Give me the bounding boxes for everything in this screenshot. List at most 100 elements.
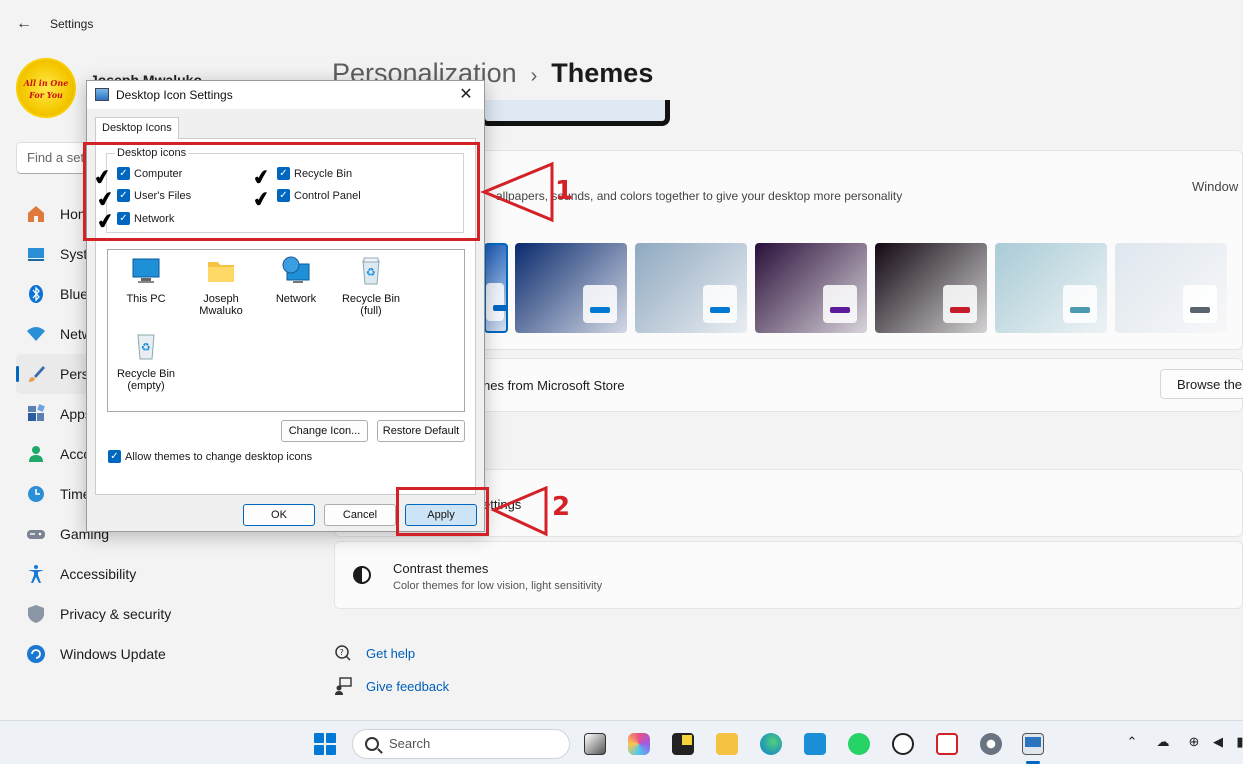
breadcrumb-separator: › [530,65,538,87]
back-arrow-icon[interactable]: ← [12,12,36,36]
battery-icon[interactable]: ▮ [1232,734,1243,750]
theme-thumbnail[interactable] [995,243,1107,333]
allow-themes-checkbox[interactable]: ✓ Allow themes to change desktop icons [108,450,312,463]
network-globe-icon [282,256,310,283]
network-item[interactable]: Network [258,256,334,305]
svg-text:♻: ♻ [366,266,376,279]
restore-default-button[interactable]: Restore Default [377,420,465,442]
contrast-icon [353,566,371,584]
theme-color-chip [703,285,737,323]
app-title: Settings [50,17,94,31]
annotation-number-1: 1 [555,176,574,206]
icon-label: This PC [126,293,166,305]
brush-icon [26,364,46,384]
contrast-themes-subtitle: Color themes for low vision, light sensi… [393,580,603,592]
sidebar-item-label: Accessibility [60,566,137,582]
recycle-bin-full-item[interactable]: ♻ Recycle Bin (full) [333,256,409,317]
chevron-up-icon[interactable]: ⌃ [1124,734,1140,750]
sidebar-item-privacy[interactable]: Privacy & security [16,594,316,634]
taskbar-search-placeholder: Search [389,736,431,751]
feedback-icon [335,677,352,695]
icon-label: Recycle Bin (full) [341,293,401,317]
sidebar-item-label: Privacy & security [60,606,172,622]
theme-thumbnail[interactable] [484,243,508,333]
close-icon[interactable]: ✕ [454,84,478,106]
ok-button[interactable]: OK [243,504,315,526]
snipping-tool-icon[interactable] [936,733,958,755]
shield-icon [26,604,46,624]
theme-thumbnail[interactable] [635,243,747,333]
wifi-icon [26,324,46,344]
icon-label: Recycle Bin (empty) [116,368,176,392]
desktop-icon-settings-taskbar-icon[interactable] [1022,733,1044,755]
app-key-icon[interactable] [892,733,914,755]
edge-icon[interactable] [760,733,782,755]
store-themes-label: nes from Microsoft Store [483,378,625,393]
avatar-text-line1: All in One [23,78,69,88]
theme-color-chip [823,285,857,323]
desktop-icon-list[interactable]: This PC Joseph Mwaluko Network ♻ Recycle… [107,249,465,412]
taskbar-color-swatch [710,307,730,313]
taskbar-search-box[interactable]: Search [352,729,570,759]
accessibility-icon [26,564,46,584]
cloud-offline-icon[interactable]: ☁ [1155,734,1171,750]
user-folder-item[interactable]: Joseph Mwaluko [183,256,259,317]
theme-thumbnail[interactable] [875,243,987,333]
checkbox-check-icon: ✓ [108,450,121,463]
apps-icon [26,404,46,424]
avatar[interactable]: All in One For You [16,58,76,118]
globe-icon[interactable]: ⊕ [1186,734,1202,750]
change-icon-button[interactable]: Change Icon... [281,420,368,442]
current-theme-name: Window [1192,179,1239,194]
windows-start-icon[interactable] [314,733,336,755]
svg-text:♻: ♻ [141,341,151,354]
give-feedback-link[interactable]: Give feedback [334,677,449,695]
cancel-button[interactable]: Cancel [324,504,396,526]
bluetooth-icon [26,284,46,304]
theme-color-chip [583,285,617,323]
theme-thumbnail[interactable] [755,243,867,333]
annotation-number-2: 2 [552,492,571,522]
theme-color-chip [943,285,977,323]
home-icon [26,204,46,224]
whatsapp-icon[interactable] [848,733,870,755]
theme-color-chip [1183,285,1217,323]
search-icon [365,737,379,751]
monitor-icon [95,88,109,101]
sticky-notes-icon[interactable] [672,733,694,755]
this-pc-item[interactable]: This PC [108,256,184,305]
taskbar-color-swatch [1070,307,1090,313]
taskbar-color-swatch [1190,307,1210,313]
checkbox-label: Allow themes to change desktop icons [125,450,313,463]
sidebar-item-accessibility[interactable]: Accessibility [16,554,316,594]
system-icon [26,244,46,264]
annotation-arrow-2-icon [490,485,548,537]
breadcrumb-current: Themes [551,58,654,88]
volume-icon[interactable]: ◀ [1210,734,1226,750]
get-help-link[interactable]: ? Get help [334,644,415,662]
theme-thumbnail[interactable] [515,243,627,333]
help-icon: ? [335,645,351,661]
browse-themes-button[interactable]: Browse the [1160,369,1243,399]
sidebar-item-label: Windows Update [60,646,166,662]
icon-label: Joseph Mwaluko [199,293,243,317]
recycle-bin-empty-item[interactable]: ♻ Recycle Bin (empty) [108,331,184,392]
theme-thumbnail[interactable] [1115,243,1227,333]
give-feedback-label: Give feedback [366,678,450,694]
theme-color-chip [486,283,506,321]
recycle-bin-empty-icon: ♻ [137,334,155,360]
store-icon[interactable] [804,733,826,755]
file-explorer-icon[interactable] [716,733,738,755]
this-pc-icon [132,258,160,283]
theme-preview [480,100,670,126]
dialog-title-bar: Desktop Icon Settings ✕ [87,81,484,109]
tab-desktop-icons[interactable]: Desktop Icons [95,117,179,139]
get-help-label: Get help [366,645,416,661]
taskbar-color-swatch [590,307,610,313]
sidebar-item-windows-update[interactable]: Windows Update [16,634,316,674]
taskbar-color-swatch [830,307,850,313]
copilot-icon[interactable] [628,733,650,755]
task-view-icon[interactable] [584,733,606,755]
settings-gear-icon[interactable] [980,733,1002,755]
clock-icon [26,484,46,504]
